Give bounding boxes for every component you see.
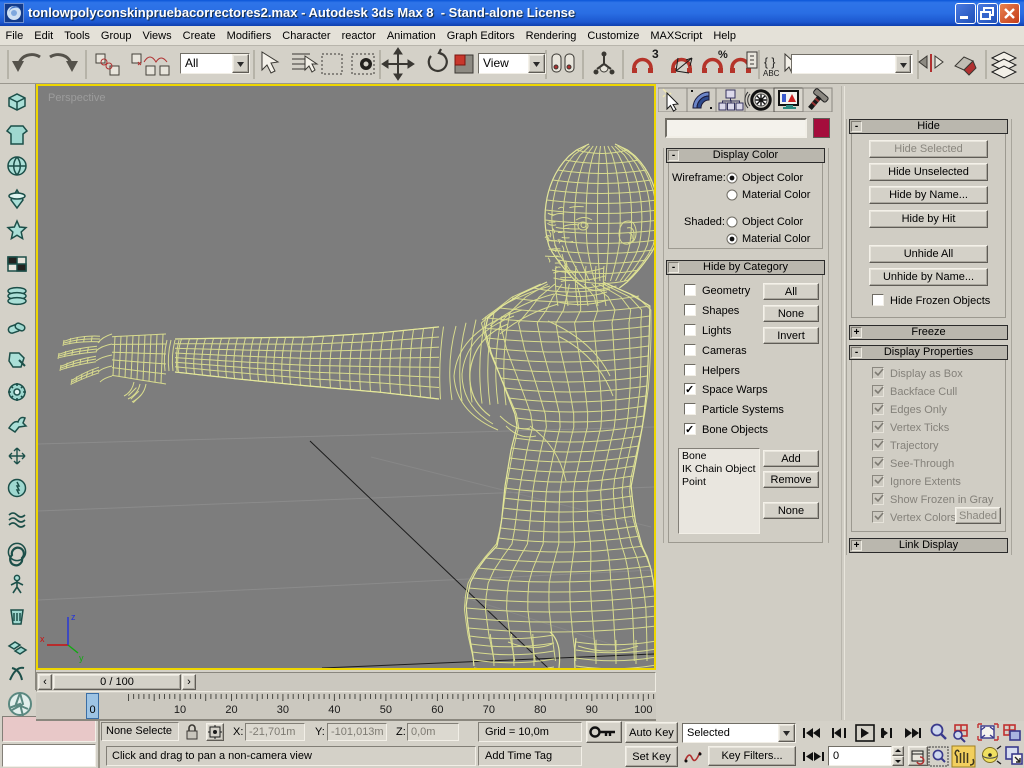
svg-text:x: x [40, 634, 45, 644]
svg-text:60: 60 [431, 704, 443, 716]
svg-text:%: % [718, 49, 728, 61]
svg-text:ABC: ABC [763, 69, 780, 78]
svg-text:y: y [79, 653, 84, 663]
svg-text:70: 70 [483, 704, 495, 716]
svg-text:10: 10 [174, 704, 186, 716]
svg-text:z: z [71, 612, 76, 622]
svg-text:100: 100 [634, 704, 652, 716]
svg-text:80: 80 [534, 704, 546, 716]
svg-text:50: 50 [380, 704, 392, 716]
svg-text:20: 20 [225, 704, 237, 716]
svg-text:3: 3 [652, 47, 659, 61]
svg-text:90: 90 [586, 704, 598, 716]
svg-text:40: 40 [328, 704, 340, 716]
svg-text:30: 30 [277, 704, 289, 716]
svg-text:{ }: { } [764, 55, 775, 69]
